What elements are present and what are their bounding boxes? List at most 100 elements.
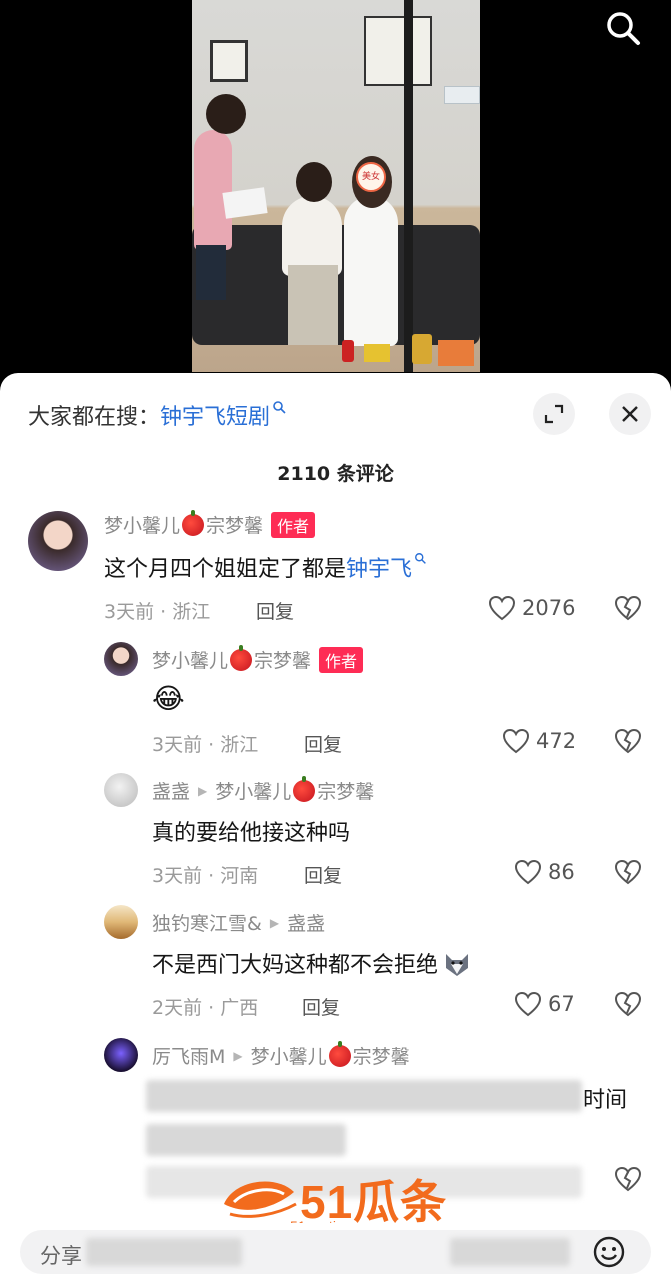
comment-keyword-link[interactable]: 钟宇飞: [346, 557, 412, 582]
person-standing-shorts: [196, 245, 226, 300]
comment-input-bar: 分享: [0, 1223, 671, 1280]
avatar[interactable]: [104, 1038, 138, 1072]
expand-icon: [544, 404, 564, 424]
blurred-text: [146, 1124, 346, 1156]
snacks-on-floor: [342, 330, 478, 372]
close-icon: [622, 406, 638, 422]
author-name: 独钓寒江雪&: [152, 913, 262, 935]
blurred-text: [146, 1080, 582, 1112]
broken-heart-icon: [614, 728, 642, 754]
comment-text-body: 这个月四个姐姐定了都是: [104, 557, 347, 582]
comment-text: 不是西门大妈这种都不会拒绝: [152, 947, 472, 979]
comment-text-body: 不是西门大妈这种都不会拒绝: [152, 953, 439, 978]
author-name: 梦小馨儿: [104, 515, 181, 537]
like-button[interactable]: 86: [514, 859, 575, 885]
comment-author[interactable]: 厉飞雨M ▶ 梦小馨儿 宗梦馨: [152, 1040, 410, 1069]
reply-arrow-icon: ▶: [198, 783, 208, 798]
person-seated-woman: [344, 196, 398, 346]
avatar[interactable]: [104, 905, 138, 939]
blurred-input-area: [450, 1238, 570, 1266]
apple-emoji-icon: [328, 1040, 351, 1067]
author-badge: 作者: [271, 511, 316, 538]
person-standing: [194, 130, 232, 250]
like-count: 86: [548, 860, 575, 884]
reply-target-name: 盏盏: [287, 913, 326, 935]
reply-target-suffix: 宗梦馨: [317, 781, 375, 803]
keyword-search-icon: [415, 553, 426, 564]
author-badge: 作者: [319, 646, 364, 673]
broken-heart-icon: [614, 595, 642, 621]
wall-poster: [364, 16, 432, 86]
comment-input[interactable]: 分享: [20, 1230, 651, 1274]
author-name-suffix: 宗梦馨: [206, 515, 264, 537]
author-name: 厉飞雨M: [152, 1046, 226, 1068]
like-button[interactable]: 2076: [488, 595, 575, 621]
heart-icon: [514, 859, 542, 885]
light-stand: [404, 0, 413, 372]
face-sticker: 美女: [356, 162, 386, 192]
broken-heart-icon: [614, 1166, 642, 1192]
keyword-search-icon: [273, 401, 286, 414]
broken-heart-icon: [614, 991, 642, 1017]
wall-picture: [210, 40, 248, 82]
comment-input-placeholder: 分享: [40, 1244, 82, 1268]
expand-button[interactable]: [533, 393, 575, 435]
wall-panel: [444, 86, 480, 104]
hot-search-keyword[interactable]: 钟宇飞短剧: [160, 405, 270, 430]
watermark-logo-icon: [224, 1181, 297, 1218]
dislike-button[interactable]: [614, 728, 642, 758]
avatar[interactable]: [104, 642, 138, 676]
comment-meta: 2天前 · 广西: [152, 997, 259, 1019]
avatar[interactable]: [28, 511, 88, 571]
reply-target-name: 梦小馨儿: [215, 781, 292, 803]
comment-text: 真的要给他接这种吗: [152, 821, 351, 846]
video-player[interactable]: 美女: [0, 0, 671, 378]
comment-author[interactable]: 梦小馨儿 宗梦馨 作者: [152, 644, 364, 673]
like-button[interactable]: 472: [502, 728, 576, 754]
person-seated-man-pants: [288, 265, 338, 345]
heart-icon: [502, 728, 530, 754]
comment-author[interactable]: 盏盏 ▶ 梦小馨儿 宗梦馨: [152, 775, 375, 804]
dislike-button[interactable]: [614, 595, 642, 625]
hot-search-bar[interactable]: 大家都在搜：钟宇飞短剧: [28, 399, 288, 431]
reply-button[interactable]: 回复: [304, 730, 342, 757]
reply-button[interactable]: 回复: [256, 597, 294, 624]
video-frame: 美女: [192, 0, 480, 372]
dog-emoji-icon: [446, 954, 469, 976]
broken-heart-icon: [614, 859, 642, 885]
person-seated-man: [282, 196, 342, 276]
apple-emoji-icon: [182, 509, 205, 536]
comment-author[interactable]: 梦小馨儿 宗梦馨 作者: [104, 509, 316, 538]
close-button[interactable]: [609, 393, 651, 435]
comment-panel: 大家都在搜：钟宇飞短剧 2110 条评论 梦小馨儿 宗梦馨 作者 这个月四个姐姐定了…: [0, 373, 671, 1280]
reply-button[interactable]: 回复: [304, 861, 342, 888]
dislike-button[interactable]: [614, 859, 642, 889]
laughing-emoji-icon: 😂: [152, 682, 185, 715]
like-button[interactable]: 67: [514, 991, 575, 1017]
person-seated-man-head: [296, 162, 332, 202]
comment-meta: 3天前 · 浙江: [152, 734, 259, 756]
like-count: 2076: [522, 596, 576, 620]
avatar[interactable]: [104, 773, 138, 807]
blurred-input-area: [86, 1238, 242, 1266]
heart-icon: [514, 991, 542, 1017]
emoji-icon[interactable]: [592, 1235, 626, 1269]
heart-icon: [488, 595, 516, 621]
person-standing-head: [206, 94, 246, 134]
comment-text-tail: 时间: [583, 1088, 628, 1113]
like-count: 67: [548, 992, 575, 1016]
search-button[interactable]: [603, 8, 643, 48]
reply-target-name: 梦小馨儿: [250, 1046, 327, 1068]
comment-author[interactable]: 独钓寒江雪& ▶ 盏盏: [152, 909, 325, 936]
comment-count: 2110 条评论: [277, 463, 394, 485]
dislike-button[interactable]: [614, 991, 642, 1021]
reply-button[interactable]: 回复: [302, 993, 340, 1020]
dislike-button[interactable]: [614, 1166, 642, 1196]
author-name: 梦小馨儿: [152, 650, 229, 672]
reply-arrow-icon: ▶: [269, 915, 280, 930]
author-name: 盏盏: [152, 781, 191, 803]
comment-text: 这个月四个姐姐定了都是钟宇飞: [104, 551, 428, 583]
reply-arrow-icon: ▶: [233, 1048, 243, 1063]
author-name-suffix: 宗梦馨: [254, 650, 312, 672]
comment-meta: 3天前 · 浙江: [104, 601, 211, 623]
